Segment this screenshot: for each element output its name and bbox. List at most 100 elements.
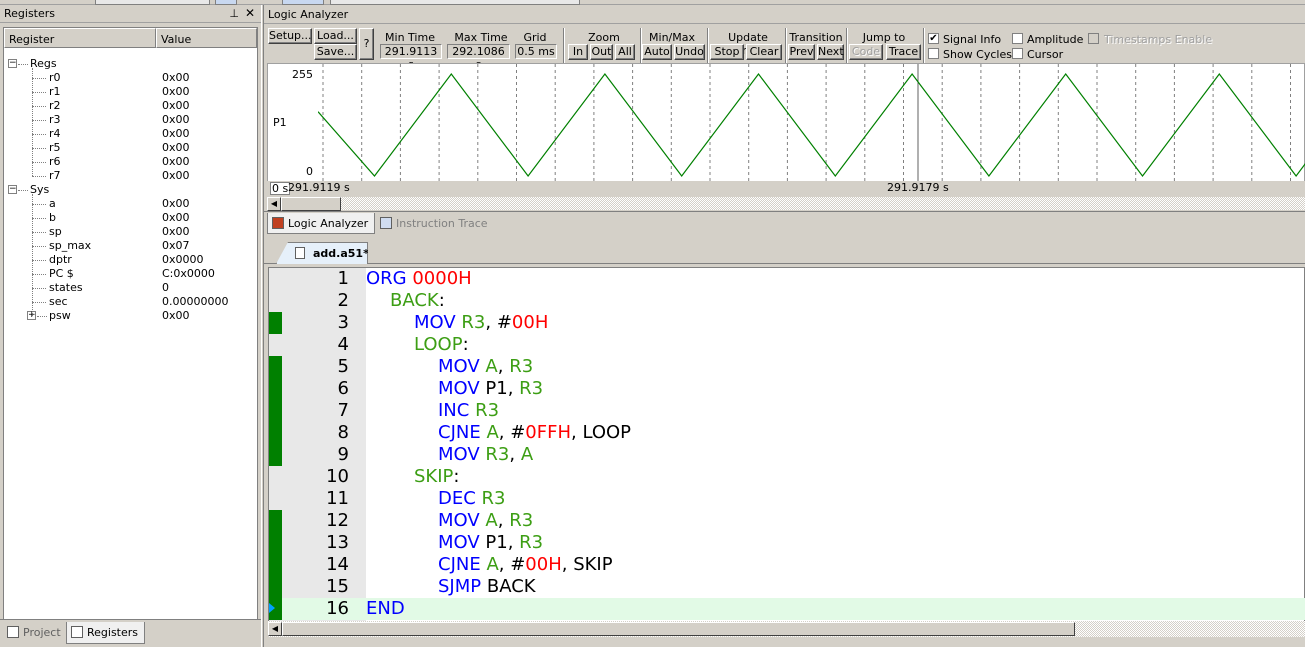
register-value[interactable]: 0x00 [162, 225, 190, 239]
code-token: A [485, 356, 498, 377]
zoom-all-button[interactable]: All [615, 44, 635, 60]
tab-logic-analyzer[interactable]: Logic Analyzer [267, 213, 376, 234]
code-line[interactable]: 14 CJNE A, #00H, SKIP [269, 554, 1305, 576]
code-line[interactable]: 11 DEC R3 [269, 488, 1305, 510]
collapse-icon[interactable]: − [8, 185, 17, 194]
register-value[interactable]: 0x07 [162, 239, 190, 253]
coverage-marker [269, 356, 282, 378]
update-clear-button[interactable]: Clear [746, 44, 782, 60]
register-value[interactable]: 0x00 [162, 211, 190, 225]
save-button[interactable]: Save... [314, 44, 357, 60]
code-line[interactable]: 16 END [269, 598, 1305, 620]
timestamps-label: Timestamps Enable [1104, 33, 1213, 46]
col-value-header[interactable]: Value [156, 28, 257, 48]
register-row[interactable]: r1 0x00 [4, 85, 254, 99]
register-row[interactable]: sp_max 0x07 [4, 239, 254, 253]
code-line[interactable]: 4 LOOP: [269, 334, 1305, 356]
code-line[interactable]: 12 MOV A, R3 [269, 510, 1305, 532]
code-area[interactable]: 1 ORG 0000H 2 BACK: 3 MOV R3, #00H 4 LOOP: 5 MOV … [268, 267, 1305, 623]
register-row[interactable]: r0 0x00 [4, 71, 254, 85]
close-icon[interactable]: ✕ [245, 6, 255, 20]
code-line[interactable]: 7 INC R3 [269, 400, 1305, 422]
help-button[interactable]: ? [359, 28, 374, 60]
tab-instruction-trace[interactable]: Instruction Trace [376, 213, 494, 234]
file-tab[interactable]: add.a51* [276, 242, 368, 264]
register-value[interactable]: 0x00 [162, 99, 190, 113]
register-row[interactable]: r6 0x00 [4, 155, 254, 169]
register-row[interactable]: r7 0x00 [4, 169, 254, 183]
jump-code-button[interactable]: Code [849, 44, 883, 60]
register-row[interactable]: r3 0x00 [4, 113, 254, 127]
register-value[interactable]: 0x0000 [162, 253, 204, 267]
tab-registers[interactable]: Registers [66, 622, 146, 644]
coverage-marker [269, 422, 282, 444]
cursor-checkbox[interactable] [1012, 48, 1023, 59]
register-value[interactable]: 0x00 [162, 309, 190, 323]
register-value[interactable]: 0x00 [162, 85, 190, 99]
register-value[interactable]: 0 [162, 281, 169, 295]
zoom-out-button[interactable]: Out [590, 44, 613, 60]
register-value[interactable]: 0x00 [162, 169, 190, 183]
register-value[interactable]: 0x00 [162, 127, 190, 141]
pin-icon[interactable]: ⊥ [229, 7, 239, 20]
register-row[interactable]: PC $ C:0x0000 [4, 267, 254, 281]
register-row[interactable]: r4 0x00 [4, 127, 254, 141]
signal-info-checkbox[interactable]: ✔ [928, 33, 939, 44]
update-stop-button[interactable]: Stop [710, 44, 744, 60]
zoom-in-button[interactable]: In [568, 44, 588, 60]
col-register-header[interactable]: Register [4, 28, 156, 48]
register-value[interactable]: 0.00000000 [162, 295, 228, 309]
code-line[interactable]: 5 MOV A, R3 [269, 356, 1305, 378]
register-value[interactable]: C:0x0000 [162, 267, 215, 281]
code-line[interactable]: 9 MOV R3, A [269, 444, 1305, 466]
register-name: r4 [49, 127, 61, 140]
register-value[interactable]: 0x00 [162, 197, 190, 211]
code-line[interactable]: 10 SKIP: [269, 466, 1305, 488]
tab-project[interactable]: Project [3, 622, 67, 644]
transition-next-button[interactable]: Next [817, 44, 844, 60]
scroll-thumb[interactable] [281, 197, 341, 211]
code-line[interactable]: 8 CJNE A, #0FFH, LOOP [269, 422, 1305, 444]
scroll-thumb[interactable] [282, 622, 1075, 636]
code-line[interactable]: 3 MOV R3, #00H [269, 312, 1305, 334]
register-row[interactable]: + psw 0x00 [4, 309, 254, 323]
waveform-scrollbar[interactable]: ◀ [267, 196, 1305, 211]
code-text: MOV A, R3 [366, 356, 533, 378]
register-group[interactable]: − Regs [4, 57, 254, 71]
code-line[interactable]: 13 MOV P1, R3 [269, 532, 1305, 554]
register-value[interactable]: 0x00 [162, 155, 190, 169]
register-row[interactable]: sp 0x00 [4, 225, 254, 239]
register-value[interactable]: 0x00 [162, 141, 190, 155]
code-line[interactable]: 2 BACK: [269, 290, 1305, 312]
transition-prev-button[interactable]: Prev [788, 44, 815, 60]
setup-button[interactable]: Setup... [268, 28, 312, 44]
register-row[interactable]: states 0 [4, 281, 254, 295]
jump-trace-button[interactable]: Trace [886, 44, 921, 60]
show-cycles-checkbox[interactable] [928, 48, 939, 59]
waveform-plot[interactable]: 255 P1 0 [267, 63, 1305, 182]
code-line[interactable]: 15 SJMP BACK [269, 576, 1305, 598]
scroll-left-icon[interactable]: ◀ [268, 622, 282, 636]
register-row[interactable]: sec 0.00000000 [4, 295, 254, 309]
register-name: psw [49, 309, 71, 322]
minmax-undo-button[interactable]: Undo [674, 44, 705, 60]
coverage-marker [269, 510, 282, 532]
register-row[interactable]: dptr 0x0000 [4, 253, 254, 267]
register-value[interactable]: 0x00 [162, 113, 190, 127]
register-row[interactable]: a 0x00 [4, 197, 254, 211]
register-value[interactable]: 0x00 [162, 71, 190, 85]
minmax-auto-button[interactable]: Auto [642, 44, 672, 60]
register-row[interactable]: r2 0x00 [4, 99, 254, 113]
load-button[interactable]: Load... [314, 28, 357, 44]
editor-scrollbar[interactable]: ◀ [268, 621, 1305, 637]
register-row[interactable]: r5 0x00 [4, 141, 254, 155]
register-row[interactable]: b 0x00 [4, 211, 254, 225]
signal-name-label: P1 [273, 116, 287, 129]
amplitude-checkbox[interactable] [1012, 33, 1023, 44]
register-group[interactable]: − Sys [4, 183, 254, 197]
code-line[interactable]: 1 ORG 0000H [269, 268, 1305, 290]
collapse-icon[interactable]: − [8, 59, 17, 68]
scroll-left-icon[interactable]: ◀ [267, 197, 281, 211]
timestamps-checkbox[interactable] [1088, 33, 1099, 44]
code-line[interactable]: 6 MOV P1, R3 [269, 378, 1305, 400]
